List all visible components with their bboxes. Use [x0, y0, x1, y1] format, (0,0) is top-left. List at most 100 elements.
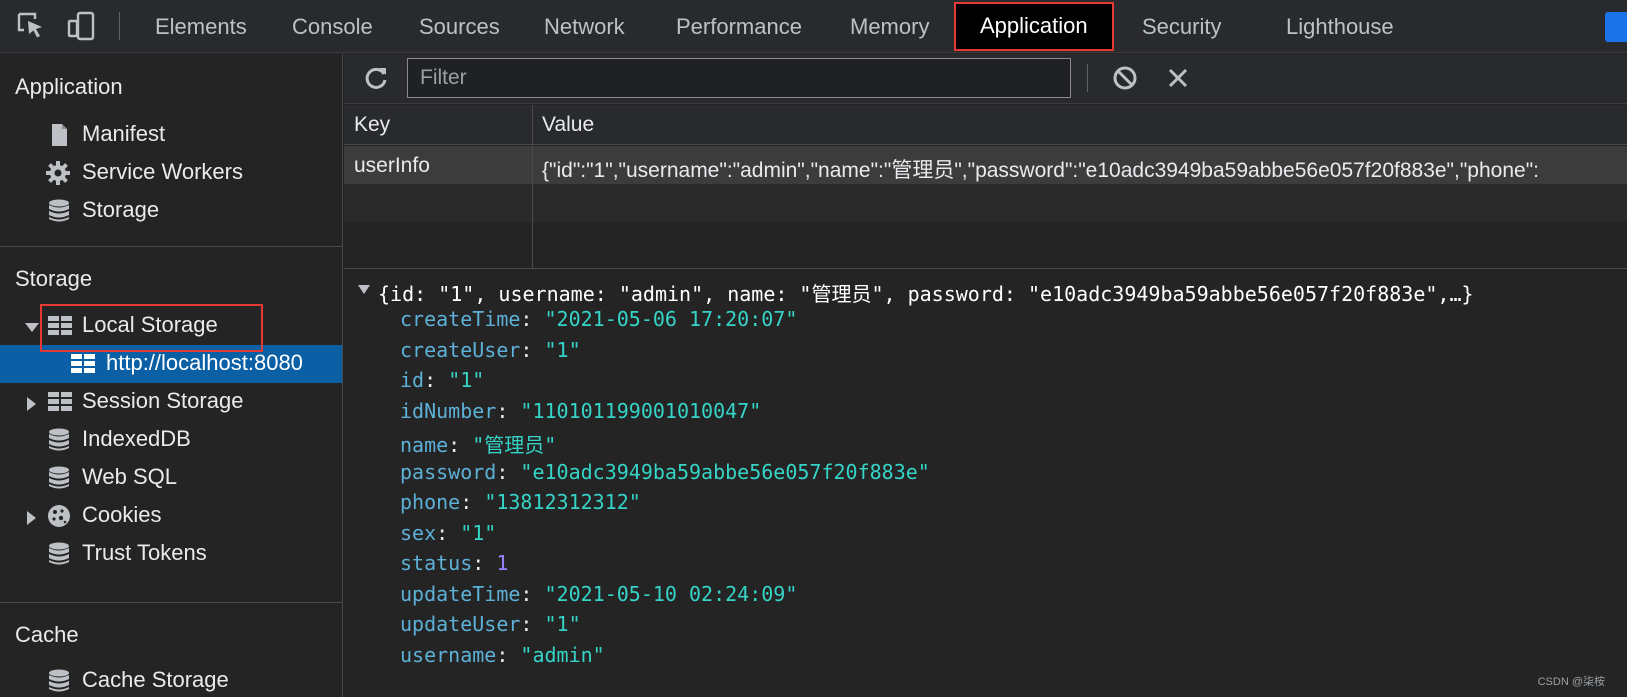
storage-filter-bar: [344, 54, 1627, 104]
sidebar-separator: [0, 602, 342, 603]
property-value: "1": [448, 368, 485, 392]
tab-memory[interactable]: Memory: [850, 0, 929, 53]
sidebar-item-label: Cache Storage: [82, 667, 229, 692]
sidebar-item-trust-tokens[interactable]: Trust Tokens: [0, 535, 342, 573]
sidebar-item-label: IndexedDB: [82, 426, 191, 451]
preview-summary[interactable]: {id: "1", username: "admin", name: "管理员"…: [378, 278, 1474, 307]
sidebar-item-label: Storage: [82, 197, 160, 222]
tab-security[interactable]: Security: [1142, 0, 1221, 53]
sidebar-item-storage[interactable]: Storage: [0, 192, 342, 230]
grid-cell-value: {"id":"1","username":"admin","name":"管理员…: [542, 159, 1539, 182]
sidebar-item-label: Trust Tokens: [82, 540, 207, 565]
property-value: "1": [460, 520, 497, 545]
sidebar-section-application: Application: [15, 74, 123, 99]
table-icon: [70, 351, 96, 377]
sidebar-item-cookies[interactable]: Cookies: [0, 497, 342, 535]
property-value: "管理员": [472, 433, 557, 457]
tab-console[interactable]: Console: [292, 0, 373, 53]
table-row-empty: [344, 184, 1627, 222]
preview-property: status: 1: [400, 551, 509, 575]
database-icon: [46, 465, 72, 491]
table-row[interactable]: userInfo {"id":"1","username":"admin","n…: [344, 146, 1627, 184]
property-key: createTime: [400, 307, 521, 331]
property-value: "110101199001010047": [520, 398, 762, 423]
chevron-right-icon[interactable]: [27, 511, 36, 525]
watermark: CSDN @柒桉: [1537, 676, 1605, 688]
gear-icon: [45, 160, 71, 186]
sidebar-item-service-workers[interactable]: Service Workers: [0, 154, 342, 192]
database-icon: [46, 198, 72, 224]
sidebar-item-web-sql[interactable]: Web SQL: [0, 459, 342, 497]
chevron-down-icon[interactable]: [358, 285, 370, 294]
highlight-box: [40, 304, 263, 352]
property-value: "13812312312": [484, 490, 641, 514]
sidebar-item-label: Cookies: [82, 502, 162, 527]
table-icon: [47, 389, 73, 415]
device-toolbar-icon[interactable]: [66, 10, 98, 42]
clear-all-icon[interactable]: [1111, 64, 1139, 92]
chevron-down-icon[interactable]: [25, 323, 39, 332]
property-key: phone: [400, 490, 461, 514]
property-value: "e10adc3949ba59abbe56e057f20f883e": [520, 459, 930, 484]
property-value: "2021-05-06 17:20:07": [544, 307, 798, 331]
preview-property: username: "admin": [400, 642, 605, 667]
value-preview-pane: {id: "1", username: "admin", name: "管理员"…: [344, 270, 1627, 697]
storage-main-panel: Key Value userInfo {"id":"1","username":…: [344, 54, 1627, 697]
refresh-icon[interactable]: [362, 64, 390, 92]
sidebar-item-label: http://localhost:8080: [106, 350, 303, 375]
tab-network[interactable]: Network: [544, 0, 625, 53]
sidebar-separator: [0, 246, 342, 247]
close-icon[interactable]: [1164, 64, 1192, 92]
document-icon: [46, 122, 72, 148]
property-value: "1": [544, 612, 581, 636]
preview-property: id: "1": [400, 368, 485, 392]
property-key: updateTime: [400, 581, 521, 606]
grid-header-row: Key Value: [344, 105, 1627, 145]
sidebar-section-cache: Cache: [15, 622, 79, 647]
inspect-element-icon[interactable]: [15, 10, 47, 42]
preview-property: sex: "1": [400, 520, 497, 545]
cookie-icon: [46, 503, 72, 529]
tab-sources[interactable]: Sources: [419, 0, 500, 53]
tab-application[interactable]: Application: [954, 2, 1114, 51]
toolbar-divider: [119, 12, 120, 40]
property-key: idNumber: [400, 398, 497, 423]
preview-property: updateUser: "1": [400, 612, 581, 636]
issues-badge-icon[interactable]: [1605, 12, 1627, 42]
sidebar-item-label: Service Workers: [82, 159, 243, 184]
property-key: password: [400, 459, 497, 484]
property-value: "admin": [520, 642, 605, 667]
sidebar-item-label: Manifest: [82, 121, 166, 146]
preview-property: name: "管理员": [400, 433, 557, 457]
grid-header-key[interactable]: Key: [354, 113, 390, 137]
filter-bar-divider: [1087, 64, 1088, 92]
sidebar-item-cache-storage[interactable]: Cache Storage: [0, 662, 342, 697]
sidebar-item-session-storage[interactable]: Session Storage: [0, 383, 342, 421]
property-key: username: [400, 642, 497, 667]
property-key: status: [400, 551, 473, 575]
tab-elements[interactable]: Elements: [155, 0, 247, 53]
sidebar-section-storage: Storage: [15, 266, 93, 291]
property-value: "2021-05-10 02:24:09": [544, 581, 798, 606]
property-key: createUser: [400, 337, 521, 362]
preview-property: idNumber: "110101199001010047": [400, 398, 762, 423]
sidebar-item-manifest[interactable]: Manifest: [0, 116, 342, 154]
tab-performance[interactable]: Performance: [676, 0, 802, 53]
application-sidebar: Application Manifest Service Workers Sto…: [0, 54, 343, 697]
grid-column-divider[interactable]: [532, 105, 533, 268]
filter-input[interactable]: [407, 58, 1071, 98]
chevron-right-icon[interactable]: [27, 397, 36, 411]
sidebar-item-indexeddb[interactable]: IndexedDB: [0, 421, 342, 459]
database-icon: [46, 541, 72, 567]
property-key: name: [400, 433, 449, 457]
property-value: "1": [544, 337, 581, 362]
grid-cell-key: userInfo: [354, 154, 430, 177]
preview-property: password: "e10adc3949ba59abbe56e057f20f8…: [400, 459, 930, 484]
grid-header-value[interactable]: Value: [542, 113, 594, 137]
tab-lighthouse[interactable]: Lighthouse: [1286, 0, 1394, 53]
preview-property: phone: "13812312312": [400, 490, 641, 514]
preview-property: createUser: "1": [400, 337, 581, 362]
property-key: sex: [400, 520, 437, 545]
devtools-toolbar: Elements Console Sources Network Perform…: [0, 0, 1627, 53]
property-key: id: [400, 368, 425, 392]
